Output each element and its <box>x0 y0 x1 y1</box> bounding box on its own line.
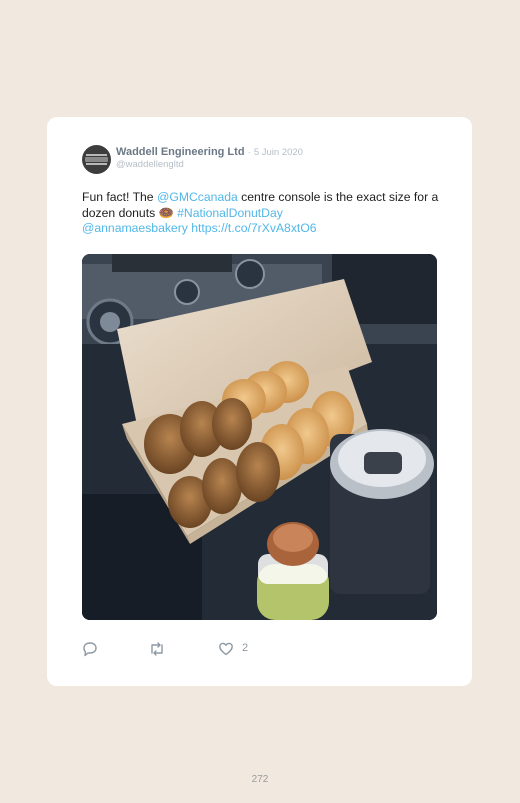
reply-icon <box>83 642 97 657</box>
mention-link[interactable]: @annamaesbakery <box>82 221 188 235</box>
page-number: 272 <box>251 774 269 785</box>
reply-button[interactable] <box>82 641 98 659</box>
author-line: Waddell Engineering Ltd · 5 Juin 2020 <box>116 146 303 159</box>
logo-line <box>86 154 107 156</box>
logo-mark <box>85 157 108 162</box>
donut-emoji: 🍩 <box>158 205 174 220</box>
display-name[interactable]: Waddell Engineering Ltd <box>116 146 245 158</box>
tweet-text: Fun fact! The @GMCcanada centre console … <box>82 190 442 237</box>
avatar[interactable] <box>82 145 111 174</box>
tweet-actions: 2 <box>82 641 442 659</box>
logo-line <box>86 163 107 165</box>
heart-icon <box>219 642 233 656</box>
retweet-button[interactable] <box>148 641 166 659</box>
retweet-icon <box>151 642 163 656</box>
hashtag-link[interactable]: #NationalDonutDay <box>174 206 283 220</box>
user-handle[interactable]: @waddellengltd <box>116 159 184 170</box>
tweet-date[interactable]: 5 Juin 2020 <box>254 147 303 158</box>
donut-box-photo <box>82 254 437 620</box>
url-link[interactable]: https://t.co/7rXvA8xtO6 <box>188 221 316 235</box>
text-segment: Fun fact! The <box>82 190 157 204</box>
tweet-photo[interactable] <box>82 254 437 620</box>
like-button[interactable] <box>218 641 234 659</box>
separator: · <box>247 147 251 158</box>
mention-link[interactable]: @GMCcanada <box>157 190 238 204</box>
tweet-card: Waddell Engineering Ltd · 5 Juin 2020 @w… <box>47 117 472 686</box>
like-count: 2 <box>242 642 249 654</box>
